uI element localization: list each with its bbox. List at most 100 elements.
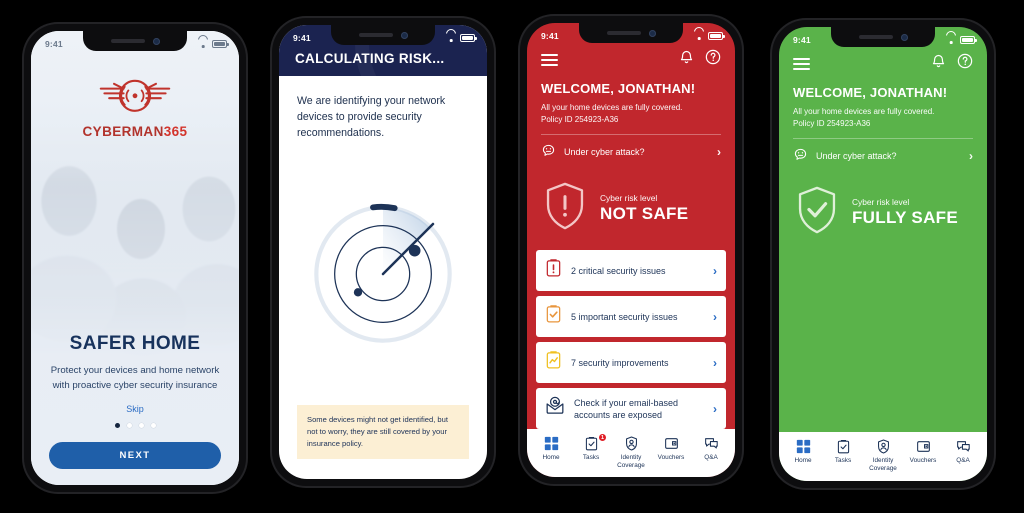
battery-icon [960,36,977,44]
under-cyber-attack-row[interactable]: Under cyber attack? › [541,135,721,169]
risk-level-label: Cyber risk level [600,193,658,204]
chevron-right-icon: › [713,263,717,278]
hamburger-menu-icon[interactable] [793,57,810,70]
onboarding-pager[interactable] [49,423,221,428]
tab-vouchers[interactable]: Vouchers [903,439,943,465]
chat-face-icon [541,143,556,160]
brand-name-main: CYBERMAN [82,124,164,139]
tab-label: Identity Coverage [617,454,645,470]
clipboard-chart-icon [545,350,562,375]
help-question-icon[interactable] [705,49,721,70]
wifi-icon [198,35,208,48]
cyberman-wings-signal-logo-icon [96,75,174,119]
tab-identity-coverage[interactable]: Identity Coverage [611,436,651,470]
phone-mockup-splash: 9:41 CYBERMAN365 SAFER HOME Protect your… [24,24,246,492]
risk-level-value: NOT SAFE [600,204,689,224]
card-label: Check if your email-based accounts are e… [574,397,679,420]
chevron-right-icon: › [713,309,717,324]
header-icon-row [541,49,721,70]
phone1-notch [83,31,187,51]
card-label: 2 critical security issues [571,265,666,276]
identity-person-shield-icon [876,439,891,454]
chevron-right-icon: › [969,148,973,163]
chat-face-icon [793,147,808,164]
coverage-line: All your home devices are fully covered. [793,107,935,116]
splash-content: CYBERMAN365 SAFER HOME Protect your devi… [31,31,239,485]
tab-identity-coverage[interactable]: Identity Coverage [863,439,903,473]
tab-label: Home [794,457,812,464]
tab-label: Tasks [834,457,852,464]
security-cards-list: 2 critical security issues › 5 important… [527,250,735,430]
wifi-icon [694,27,704,40]
welcome-title: WELCOME, JONATHAN! [541,81,696,96]
splash-bottom-block: SAFER HOME Protect your devices and home… [31,333,239,485]
phone3-screen: 9:41 WELCOME, JONATHAN! All your home de… [527,23,735,477]
tab-label: Identity Coverage [869,457,897,472]
phone3-notch [579,23,683,43]
calculating-body: We are identifying your network devices … [279,76,487,479]
risk-level-block: Cyber risk level NOT SAFE [527,169,735,250]
tab-home[interactable]: Home [531,436,571,462]
bottom-tab-bar: Home Tasks Identity Coverage Vouchers Q&… [779,432,987,481]
header-icon-row [793,53,973,74]
phone4-screen: 9:41 WELCOME, JONATHAN! All your home de… [779,27,987,481]
speaker-grille [358,33,393,37]
tab-vouchers[interactable]: Vouchers [651,436,691,462]
chat-qa-icon [956,439,971,454]
clipboard-tasks-icon [584,436,599,451]
pager-dot-3[interactable] [138,423,144,428]
skip-link[interactable]: Skip [49,404,221,414]
battery-icon [708,32,725,40]
tab-tasks[interactable]: Tasks [823,439,863,465]
pager-dot-2[interactable] [126,423,132,428]
dashboard-fully-safe: WELCOME, JONATHAN! All your home devices… [779,27,987,481]
shield-exclamation-icon [543,181,587,236]
wifi-icon [946,31,956,44]
phone2-screen: 9:41 CALCULATING RISK... We are identify… [279,25,487,479]
tab-tasks[interactable]: 1 Tasks [571,433,611,462]
card-critical-issues[interactable]: 2 critical security issues › [536,250,726,292]
status-time: 9:41 [793,35,811,45]
card-important-issues[interactable]: 5 important security issues › [536,296,726,338]
front-camera [900,33,908,41]
bottom-tab-bar: Home 1 Tasks Identity Coverage Vouchers … [527,429,735,477]
header-title: CALCULATING RISK... [295,51,445,66]
tab-qa[interactable]: Q&A [943,439,983,465]
help-question-icon[interactable] [957,53,973,74]
under-cyber-attack-label: Under cyber attack? [816,150,897,161]
policy-id: Policy ID 254923-A36 [793,118,871,128]
risk-text: Cyber risk level FULLY SAFE [852,197,958,228]
tab-home[interactable]: Home [783,439,823,465]
card-email-exposure[interactable]: Check if your email-based accounts are e… [536,388,726,430]
calculating-description: We are identifying your network devices … [297,95,446,139]
notification-bell-icon[interactable] [679,49,694,70]
voucher-card-icon [916,439,931,454]
under-cyber-attack-row[interactable]: Under cyber attack? › [793,139,973,173]
status-time: 9:41 [541,31,559,41]
tasks-badge: 1 [598,433,607,443]
phone-mockup-calculating: 9:41 CALCULATING RISK... We are identify… [272,18,494,486]
tab-label: Home [542,454,560,462]
chevron-right-icon: › [713,401,717,416]
clipboard-check-icon [545,304,562,329]
card-security-improvements[interactable]: 7 security improvements › [536,342,726,384]
chat-qa-icon [704,436,719,451]
tab-qa[interactable]: Q&A [691,436,731,462]
speaker-grille [858,35,893,39]
brand-name-suffix: 365 [163,124,188,139]
clipboard-exclamation-icon [545,258,562,283]
notification-bell-icon[interactable] [931,53,946,74]
pager-dot-1[interactable] [114,423,120,428]
next-button[interactable]: NEXT [49,442,221,469]
phone2-notch [331,25,435,45]
empty-safe-area [779,254,987,432]
tab-label: Vouchers [657,454,685,462]
speaker-grille [606,31,641,35]
identity-person-shield-icon [624,436,639,451]
tab-label: Tasks [582,454,600,462]
hamburger-menu-icon[interactable] [541,53,558,66]
pager-dot-4[interactable] [150,423,156,428]
risk-level-block: Cyber risk level FULLY SAFE [779,173,987,254]
wifi-icon [446,29,456,42]
status-time: 9:41 [45,39,63,49]
